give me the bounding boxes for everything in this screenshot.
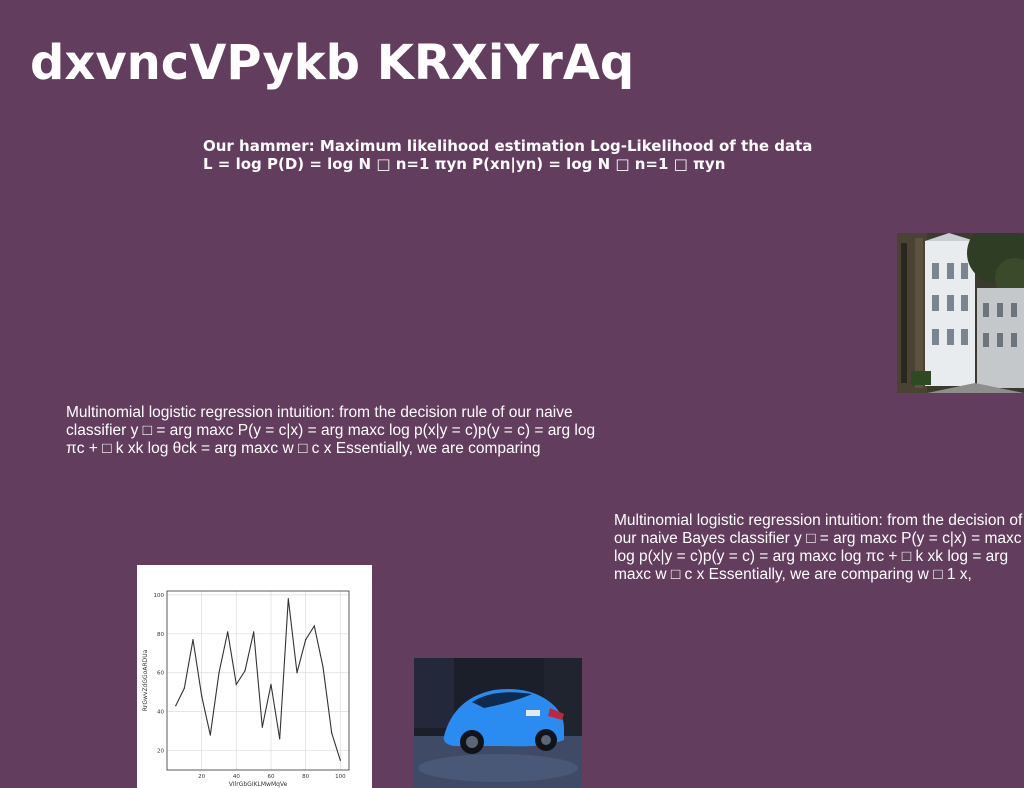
x-tick-label: 80 <box>302 774 309 780</box>
y-tick-label: 40 <box>157 710 164 716</box>
x-tick-label: 20 <box>198 774 205 780</box>
data-point <box>235 683 237 685</box>
line-chart: 20 40 60 80 100 20 40 60 80 100 VIlrGbGIKLMwMqVe … <box>137 565 372 788</box>
data-point <box>270 683 272 685</box>
slide-title: dxvncVPykb KRXiYrAq <box>30 35 635 91</box>
paragraph-right: Multinomial logistic regression intuitio… <box>614 512 1023 583</box>
data-point <box>339 759 341 761</box>
y-axis-label: RrGwvZdGGoARDUa <box>142 649 149 711</box>
data-point <box>218 672 220 674</box>
data-point <box>296 672 298 674</box>
data-point <box>279 738 281 740</box>
data-point <box>287 598 289 600</box>
data-point <box>227 631 229 633</box>
y-tick-label: 100 <box>154 593 165 599</box>
x-tick-label: 60 <box>268 774 275 780</box>
x-tick-label: 100 <box>335 774 346 780</box>
street-photo <box>897 233 1024 393</box>
data-point <box>261 726 263 728</box>
data-point <box>209 734 211 736</box>
data-point <box>253 631 255 633</box>
data-point <box>331 732 333 734</box>
data-point <box>175 705 177 707</box>
data-point <box>183 687 185 689</box>
y-tick-label: 60 <box>157 671 164 677</box>
data-point <box>192 639 194 641</box>
car-photo <box>414 658 582 788</box>
y-tick-label: 80 <box>157 632 164 638</box>
bold-paragraph: Our hammer: Maximum likelihood estimatio… <box>203 137 813 173</box>
data-point <box>313 625 315 627</box>
paragraph-left: Multinomial logistic regression intuitio… <box>66 404 596 457</box>
data-point <box>201 695 203 697</box>
x-tick-label: 40 <box>233 774 240 780</box>
data-point <box>305 639 307 641</box>
y-tick-label: 20 <box>157 749 164 755</box>
data-point <box>322 666 324 668</box>
x-axis-label: VIlrGbGIKLMwMqVe <box>229 781 288 788</box>
data-point <box>244 670 246 672</box>
series-line <box>175 598 341 761</box>
